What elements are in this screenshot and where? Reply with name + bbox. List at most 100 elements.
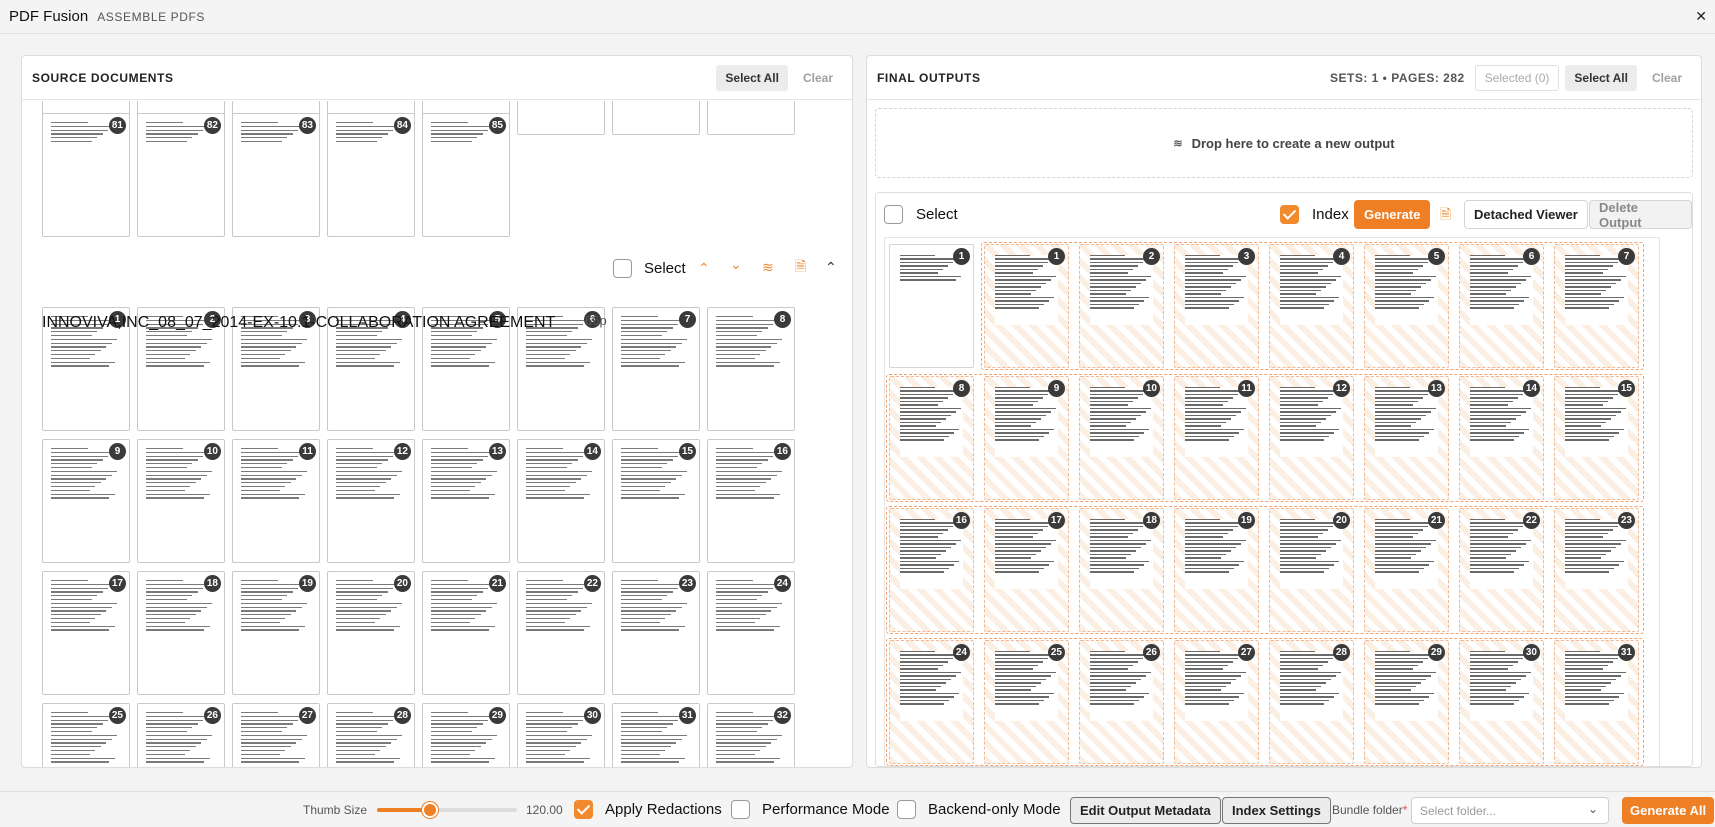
apply-redactions-checkbox[interactable] — [574, 800, 593, 819]
source-page-thumb[interactable]: 13 — [422, 439, 510, 563]
source-page-thumb[interactable]: 85 — [422, 113, 510, 237]
output-page-thumb[interactable]: 13 — [1364, 376, 1449, 500]
output-page-thumb[interactable]: 1 — [984, 244, 1069, 368]
output-page-thumb[interactable]: 8 — [889, 376, 974, 500]
source-page-thumb[interactable]: 32 — [707, 703, 795, 767]
source-page-thumb[interactable]: 22 — [517, 571, 605, 695]
page-number-badge: 25 — [108, 707, 126, 724]
output-page-thumb[interactable]: 11 — [1174, 376, 1259, 500]
source-page-thumb[interactable]: 29 — [422, 703, 510, 767]
source-page-thumb[interactable]: 82 — [137, 113, 225, 237]
source-page-thumb[interactable]: 7 — [612, 307, 700, 431]
output-page-thumb[interactable]: 9 — [984, 376, 1069, 500]
output-page-thumb[interactable]: 17 — [984, 508, 1069, 632]
bundle-folder-select[interactable]: Select folder... ⌄ — [1411, 797, 1609, 824]
source-page-thumb[interactable]: 83 — [232, 113, 320, 237]
output-select-checkbox[interactable] — [884, 205, 903, 224]
output-page-thumb[interactable]: 12 — [1269, 376, 1354, 500]
output-page-thumb[interactable]: 5 — [1364, 244, 1449, 368]
source-page-thumb[interactable]: 28 — [327, 703, 415, 767]
output-page-thumb[interactable]: 3 — [1174, 244, 1259, 368]
source-page-thumb[interactable]: 81 — [42, 113, 130, 237]
backend-only-mode-checkbox[interactable] — [897, 800, 916, 819]
output-page-thumb[interactable]: 2 — [1079, 244, 1164, 368]
app-subtitle: ASSEMBLE PDFS — [97, 9, 206, 24]
source-page-thumb[interactable]: 26 — [137, 703, 225, 767]
page-number-badge: 11 — [1238, 380, 1255, 397]
output-page-thumb[interactable]: 16 — [889, 508, 974, 632]
output-page-thumb[interactable]: 28 — [1269, 640, 1354, 764]
close-icon[interactable]: ✕ — [1695, 8, 1707, 25]
performance-mode-checkbox[interactable] — [731, 800, 750, 819]
source-page-thumb[interactable]: 16 — [707, 439, 795, 563]
generate-button[interactable]: Generate — [1354, 200, 1431, 229]
delete-output-button[interactable]: Delete Output — [1589, 200, 1692, 230]
source-page-thumb[interactable]: 27 — [232, 703, 320, 767]
edit-output-metadata-button[interactable]: Edit Output Metadata — [1070, 797, 1221, 824]
source-select-all-button[interactable]: Select All — [716, 64, 788, 91]
source-clear-button[interactable]: Clear — [794, 65, 842, 91]
output-page-thumb[interactable]: 27 — [1174, 640, 1259, 764]
source-page-thumb[interactable]: 9 — [42, 439, 130, 563]
outputs-clear-button[interactable]: Clear — [1643, 65, 1691, 91]
page-number-badge: 16 — [773, 443, 791, 460]
new-output-dropzone[interactable]: ≋ Drop here to create a new output — [875, 108, 1693, 178]
output-page-thumb[interactable]: 23 — [1554, 508, 1639, 632]
source-page-thumb[interactable]: 21 — [422, 571, 510, 695]
output-page-thumb[interactable]: 18 — [1079, 508, 1164, 632]
generate-all-button[interactable]: Generate All — [1622, 797, 1715, 824]
output-page-thumb[interactable]: 15 — [1554, 376, 1639, 500]
prev-doc-partial-thumb[interactable] — [707, 101, 795, 135]
source-page-thumb[interactable]: 24 — [707, 571, 795, 695]
layers-icon[interactable]: ≋ — [762, 260, 774, 274]
output-page-thumb[interactable]: 20 — [1269, 508, 1354, 632]
source-page-thumb[interactable]: 20 — [327, 571, 415, 695]
outputs-select-all-button[interactable]: Select All — [1565, 64, 1637, 91]
source-page-thumb[interactable]: 10 — [137, 439, 225, 563]
output-page-thumb[interactable]: 29 — [1364, 640, 1449, 764]
source-page-thumb[interactable]: 14 — [517, 439, 605, 563]
source-page-thumb[interactable]: 23 — [612, 571, 700, 695]
source-page-thumb[interactable]: 30 — [517, 703, 605, 767]
output-page-thumb[interactable]: 30 — [1459, 640, 1544, 764]
output-page-thumb[interactable]: 31 — [1554, 640, 1639, 764]
output-page-thumb[interactable]: 19 — [1174, 508, 1259, 632]
output-page-thumb[interactable]: 22 — [1459, 508, 1544, 632]
output-page-thumb[interactable]: 4 — [1269, 244, 1354, 368]
selected-count-button[interactable]: Selected (0) — [1474, 64, 1560, 91]
source-page-thumb[interactable]: 11 — [232, 439, 320, 563]
detached-viewer-button[interactable]: Detached Viewer — [1464, 200, 1588, 229]
source-page-thumb[interactable]: 12 — [327, 439, 415, 563]
chevron-up-icon[interactable]: ⌃ — [698, 261, 710, 275]
source-page-thumb[interactable]: 31 — [612, 703, 700, 767]
output-page-thumb[interactable]: 14 — [1459, 376, 1544, 500]
index-checkbox[interactable] — [1280, 205, 1299, 224]
source-page-thumb[interactable]: 18 — [137, 571, 225, 695]
backend-only-mode-label: Backend-only Mode — [928, 801, 1061, 818]
source-page-thumb[interactable]: 15 — [612, 439, 700, 563]
document-select-checkbox[interactable] — [613, 259, 632, 278]
prev-doc-partial-thumb[interactable] — [517, 101, 605, 135]
file-icon[interactable]: 🗎 — [795, 259, 806, 273]
output-page-thumb[interactable]: 7 — [1554, 244, 1639, 368]
source-page-thumb[interactable]: 19 — [232, 571, 320, 695]
index-settings-button[interactable]: Index Settings — [1222, 797, 1331, 824]
source-page-thumb[interactable]: 84 — [327, 113, 415, 237]
output-page-thumb[interactable]: 6 — [1459, 244, 1544, 368]
prev-doc-partial-thumb[interactable] — [612, 101, 700, 135]
output-page-thumb[interactable]: 24 — [889, 640, 974, 764]
source-page-thumb[interactable]: 25 — [42, 703, 130, 767]
output-page-thumb[interactable]: 25 — [984, 640, 1069, 764]
output-page-thumb[interactable]: 26 — [1079, 640, 1164, 764]
file-icon[interactable]: 🗎 — [1440, 207, 1451, 221]
output-page-thumb[interactable]: 21 — [1364, 508, 1449, 632]
index-page-thumb[interactable]: 1 — [889, 244, 974, 368]
chevron-down-icon[interactable]: ⌄ — [730, 257, 742, 271]
thumb-size-slider-knob[interactable] — [422, 802, 439, 818]
document-title: INNOVIVA,INC_08_07_2014-EX-10.1-COLLABOR… — [42, 314, 556, 331]
output-page-thumb[interactable]: 10 — [1079, 376, 1164, 500]
source-page-thumb[interactable]: 17 — [42, 571, 130, 695]
thumb-size-slider[interactable] — [377, 802, 517, 818]
collapse-icon[interactable]: ⌃ — [825, 260, 837, 274]
source-page-thumb[interactable]: 8 — [707, 307, 795, 431]
